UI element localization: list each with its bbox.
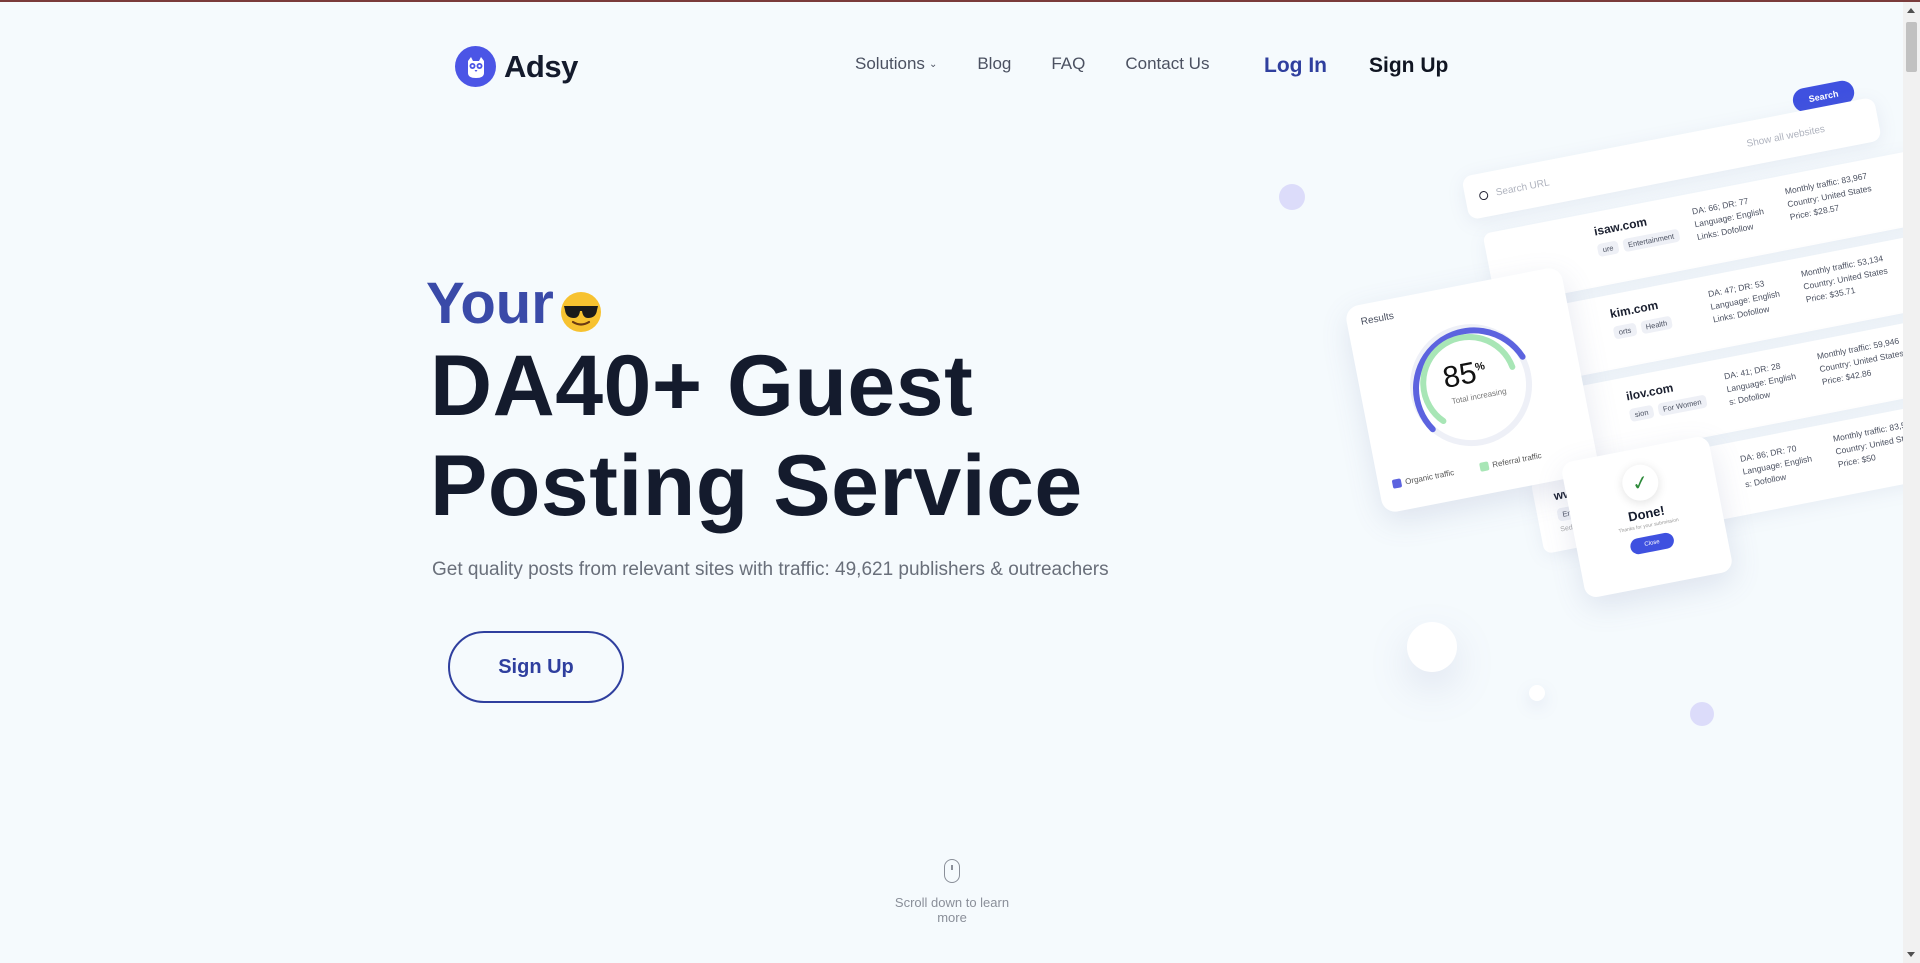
results-title: Results xyxy=(1360,310,1395,328)
legend-referral-label: Referral traffic xyxy=(1491,451,1543,470)
top-border xyxy=(0,0,1920,2)
mockup-tag: Entertainment xyxy=(1621,228,1681,253)
scroll-down-arrow-icon[interactable] xyxy=(1907,952,1915,957)
scroll-hint-text: Scroll down to learn more xyxy=(894,895,1010,925)
hero-eyebrow: Your xyxy=(426,270,602,337)
hero-signup-button[interactable]: Sign Up xyxy=(448,631,624,703)
scroll-hint: Scroll down to learn more xyxy=(880,859,1024,925)
hero-title-line2: Posting Service xyxy=(430,438,1083,534)
legend-organic-label: Organic traffic xyxy=(1404,468,1455,487)
brand-name: Adsy xyxy=(504,48,578,84)
page-scrollbar[interactable] xyxy=(1903,2,1920,963)
mouse-icon xyxy=(944,859,960,883)
hero-title: DA40+ Guest Posting Service xyxy=(430,336,1330,536)
login-link[interactable]: Log In xyxy=(1264,54,1327,78)
scrollbar-thumb[interactable] xyxy=(1906,22,1917,72)
mockup-tag: Health xyxy=(1639,315,1674,335)
results-card: Results 85% Total increasing Organic tra… xyxy=(1343,265,1601,515)
sunglasses-emoji-icon xyxy=(560,292,601,332)
hero-title-line1: DA40+ Guest xyxy=(430,338,974,434)
mockup-tag: orts xyxy=(1612,322,1638,340)
chevron-down-icon: ⌄ xyxy=(928,58,938,70)
nav-solutions[interactable]: Solutions ⌄ xyxy=(855,54,937,74)
checkmark-icon: ✓ xyxy=(1619,461,1662,504)
signup-link[interactable]: Sign Up xyxy=(1369,54,1448,78)
done-card: ✓ Done! Thanks for your submission Close xyxy=(1560,434,1734,600)
nav-solutions-label: Solutions xyxy=(855,54,925,73)
legend-organic: Organic traffic xyxy=(1391,468,1455,490)
mockup-tag: sion xyxy=(1628,404,1655,423)
logo[interactable]: Adsy xyxy=(455,46,578,87)
mockup-site: kim.com xyxy=(1608,297,1660,321)
owl-logo-icon xyxy=(455,46,496,87)
search-icon xyxy=(1478,189,1489,201)
mockup-tag: ure xyxy=(1596,240,1620,258)
scroll-up-arrow-icon[interactable] xyxy=(1907,8,1915,13)
hero-subtitle: Get quality posts from relevant sites wi… xyxy=(432,559,1109,580)
mockup-tag: For Women xyxy=(1656,394,1708,417)
nav-faq[interactable]: FAQ xyxy=(1051,54,1085,74)
decor-circle xyxy=(1279,184,1305,210)
results-percent-sign: % xyxy=(1474,360,1486,374)
legend-referral: Referral traffic xyxy=(1478,451,1543,473)
mockup-site: ilov.com xyxy=(1624,380,1675,404)
mockup-search-placeholder: Search URL xyxy=(1494,176,1551,199)
hero-eyebrow-text: Your xyxy=(426,271,554,336)
done-close-button: Close xyxy=(1629,531,1676,556)
nav-contact-us[interactable]: Contact Us xyxy=(1125,54,1209,74)
nav-blog[interactable]: Blog xyxy=(977,54,1011,74)
mockup-filter-label: Show all websites xyxy=(1745,123,1826,150)
main-nav: Solutions ⌄ Blog FAQ Contact Us xyxy=(855,54,1249,74)
